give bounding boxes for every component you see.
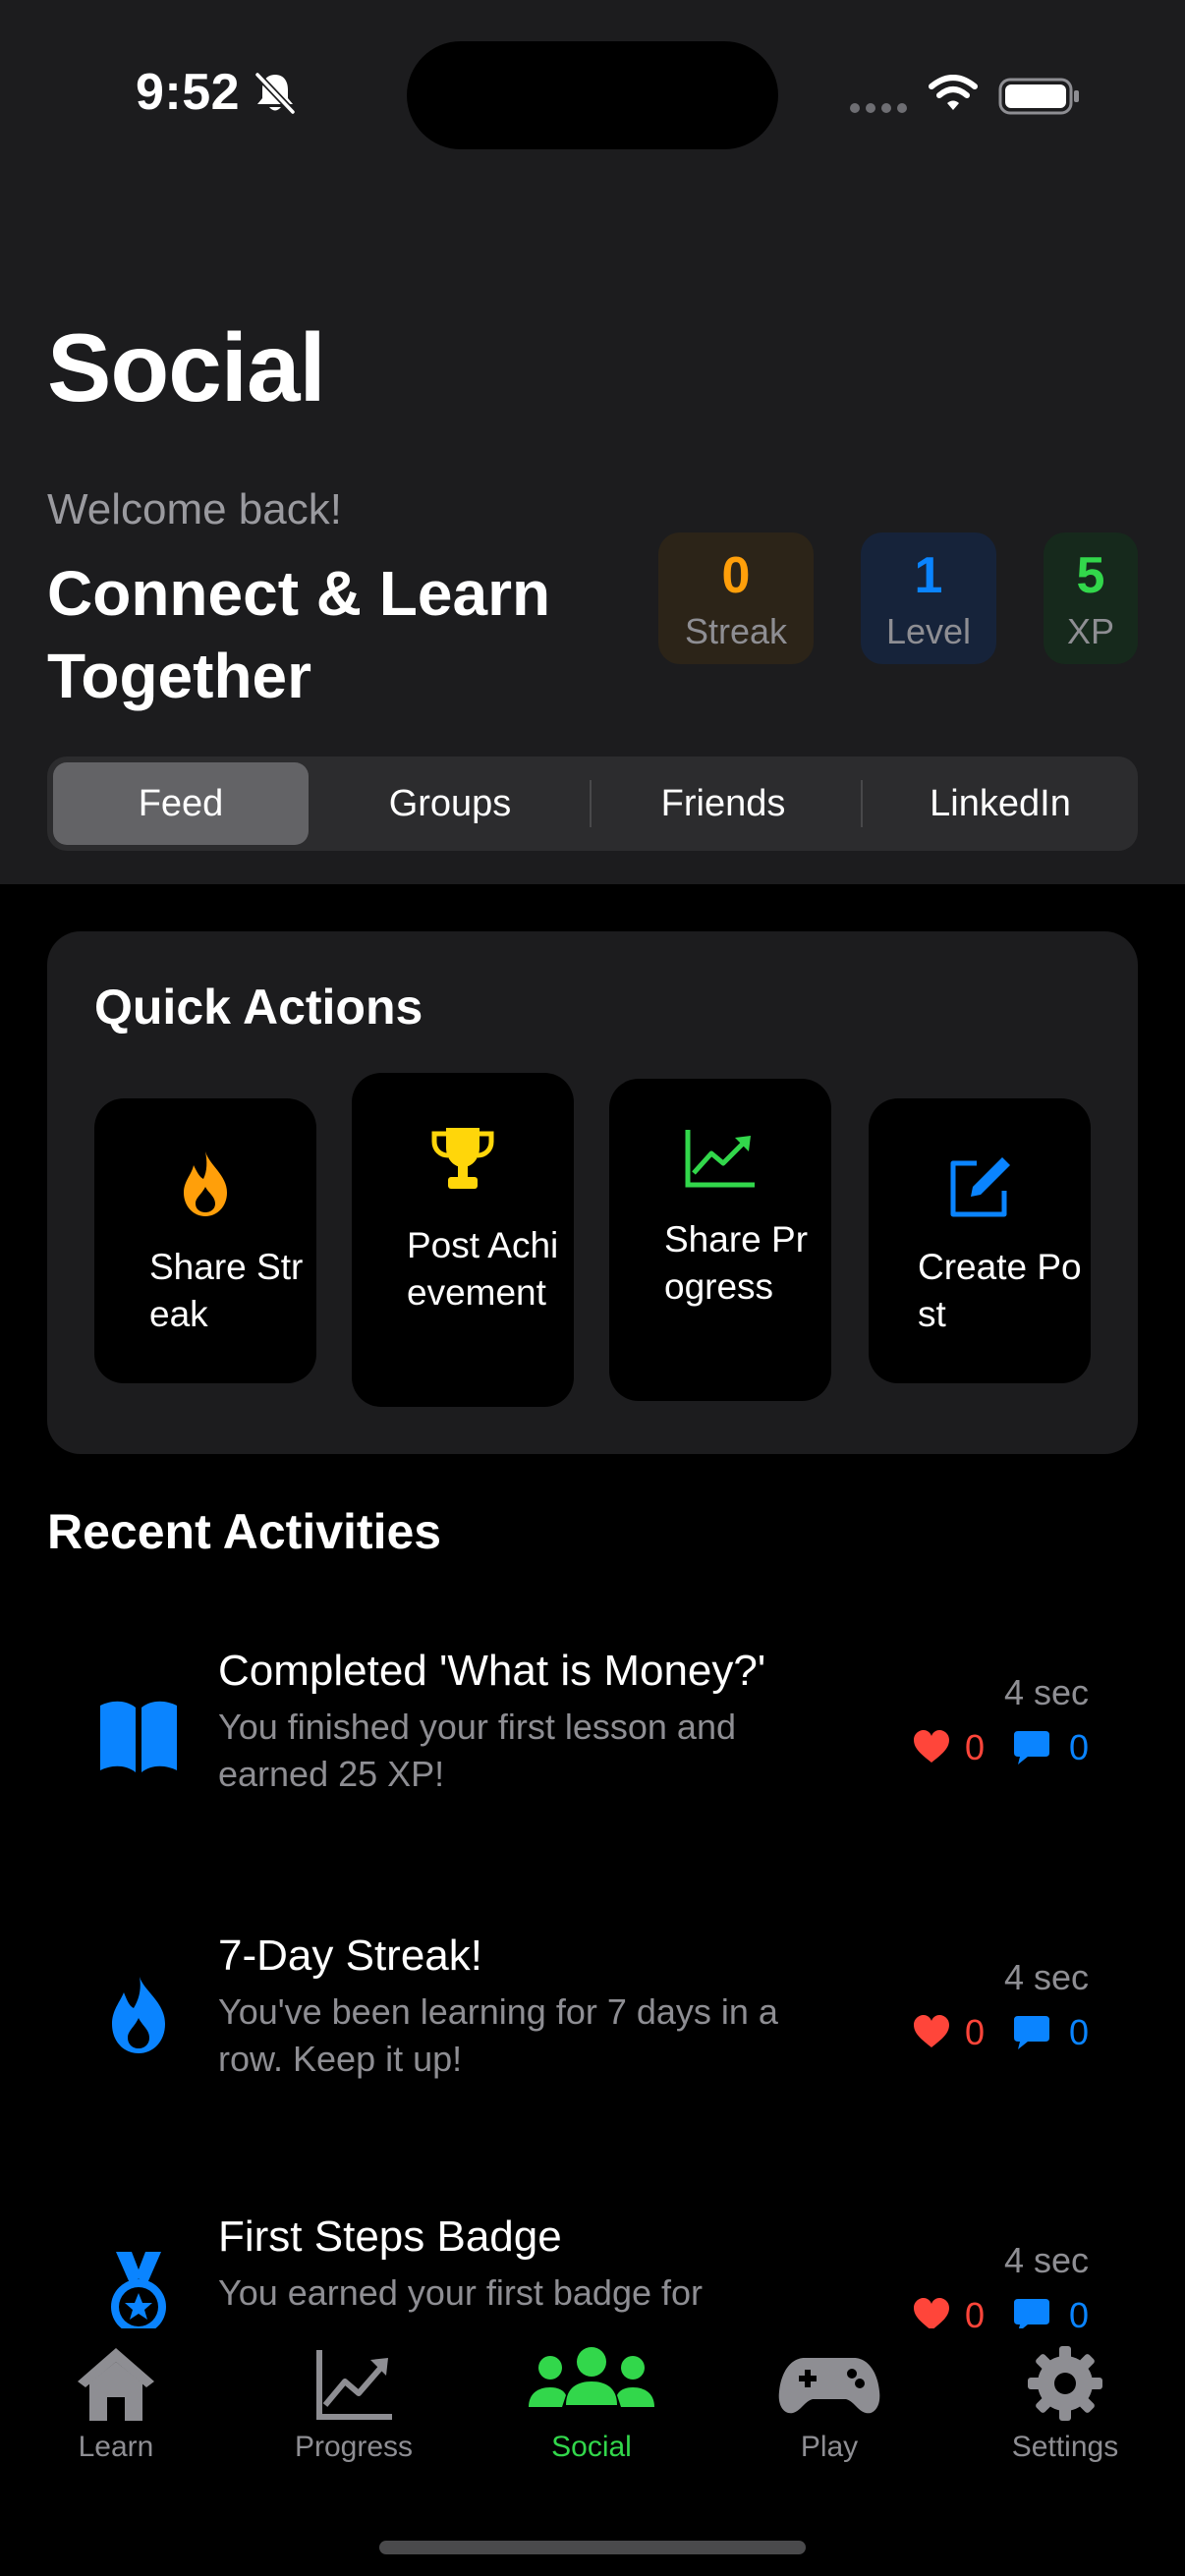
- streak-stat: 0 Streak: [658, 532, 814, 664]
- dynamic-island: [407, 41, 778, 149]
- cellular-signal-icon: [850, 103, 907, 113]
- book-icon: [100, 1701, 177, 1772]
- gear-icon: [1028, 2346, 1102, 2421]
- xp-label: XP: [1066, 611, 1115, 651]
- create-post-button[interactable]: Create Post: [869, 1098, 1091, 1383]
- tab-social[interactable]: Social: [493, 2342, 690, 2464]
- tab-progress[interactable]: Progress: [255, 2342, 452, 2464]
- comment-count: 0: [1069, 2295, 1090, 2328]
- segment-friends[interactable]: Friends: [595, 762, 851, 845]
- tab-play[interactable]: Play: [731, 2342, 928, 2464]
- activity-row[interactable]: 7-Day Streak! You've been learning for 7…: [0, 1916, 1185, 2142]
- home-indicator: [379, 2541, 806, 2554]
- share-progress-button[interactable]: Share Progress: [609, 1079, 831, 1401]
- activity-row[interactable]: Completed 'What is Money?' You finished …: [0, 1631, 1185, 1857]
- activity-description: You finished your first lesson and earne…: [218, 1707, 736, 1794]
- segment-linkedin[interactable]: LinkedIn: [869, 762, 1132, 845]
- tab-settings[interactable]: Settings: [967, 2342, 1163, 2464]
- comment-count: 0: [1069, 2012, 1090, 2052]
- segment-groups[interactable]: Groups: [322, 762, 578, 845]
- comment-count: 0: [1069, 1727, 1090, 1767]
- tab-learn[interactable]: Learn: [18, 2342, 214, 2464]
- flame-icon: [184, 1151, 227, 1216]
- activity-description: You've been learning for 7 days in a row…: [218, 1991, 778, 2079]
- create-post-label: Create Post: [918, 1247, 1082, 1334]
- chart-icon: [316, 2350, 392, 2420]
- comment-bubble-icon[interactable]: [1012, 2297, 1051, 2328]
- wifi-icon: [929, 75, 978, 110]
- house-icon: [78, 2348, 154, 2421]
- heart-icon[interactable]: [912, 1729, 951, 1764]
- heart-icon[interactable]: [912, 2297, 951, 2328]
- comment-bubble-icon[interactable]: [1012, 1729, 1051, 1766]
- gamepad-icon: [778, 2358, 880, 2414]
- activity-time: 4 sec: [1003, 1957, 1089, 1997]
- level-label: Level: [885, 611, 972, 651]
- streak-label: Streak: [684, 611, 788, 651]
- xp-stat: 5 XP: [1044, 532, 1138, 664]
- xp-value: 5: [1076, 547, 1105, 604]
- activity-title: First Steps Badge: [218, 2212, 562, 2261]
- tab-social-label: Social: [551, 2431, 632, 2463]
- compose-icon: [950, 1157, 1010, 1217]
- post-achievement-button[interactable]: Post Achievement: [352, 1073, 574, 1407]
- segment-divider: [861, 780, 863, 827]
- level-stat: 1 Level: [861, 532, 996, 664]
- tab-settings-label: Settings: [1011, 2431, 1119, 2463]
- activity-description: You earned your first badge for: [218, 2272, 703, 2313]
- activity-time: 4 sec: [1003, 2240, 1089, 2280]
- share-streak-button[interactable]: Share Streak: [94, 1098, 316, 1383]
- bell-slash-icon: [254, 72, 296, 115]
- heart-icon[interactable]: [912, 2014, 951, 2049]
- quick-actions-title: Quick Actions: [94, 980, 423, 1035]
- tab-progress-label: Progress: [294, 2431, 414, 2463]
- trophy-icon: [431, 1128, 494, 1189]
- activity-time: 4 sec: [1003, 1672, 1089, 1712]
- level-value: 1: [914, 547, 943, 604]
- people-icon: [529, 2347, 654, 2407]
- social-screen: 9:52 Social Welcome back! Connect & Lear…: [0, 0, 1185, 2576]
- tab-learn-label: Learn: [78, 2431, 154, 2463]
- segment-feed[interactable]: Feed: [53, 762, 309, 845]
- like-count: 0: [965, 2012, 986, 2052]
- streak-value: 0: [721, 547, 751, 604]
- flame-icon: [112, 1977, 165, 2053]
- recent-activities-title: Recent Activities: [47, 1504, 442, 1559]
- tagline: Connect & Learn Together: [47, 558, 551, 711]
- like-count: 0: [965, 1727, 986, 1767]
- battery-icon: [998, 78, 1079, 115]
- share-streak-label: Share Streak: [149, 1247, 304, 1334]
- chart-up-icon: [685, 1130, 755, 1188]
- medal-icon: [111, 2252, 166, 2328]
- segmented-control: Feed Groups Friends LinkedIn: [47, 756, 1138, 851]
- activity-title: Completed 'What is Money?': [218, 1647, 766, 1695]
- welcome-text: Welcome back!: [47, 485, 342, 533]
- comment-bubble-icon[interactable]: [1012, 2014, 1051, 2051]
- activity-row[interactable]: First Steps Badge You earned your first …: [0, 2201, 1185, 2328]
- post-achievement-label: Post Achievement: [407, 1225, 559, 1313]
- like-count: 0: [965, 2295, 986, 2328]
- activity-title: 7-Day Streak!: [218, 1932, 482, 1980]
- segment-divider: [590, 780, 592, 827]
- share-progress-label: Share Progress: [664, 1219, 809, 1307]
- page-title: Social: [47, 313, 326, 421]
- status-time: 9:52: [136, 64, 241, 121]
- tab-play-label: Play: [800, 2431, 859, 2463]
